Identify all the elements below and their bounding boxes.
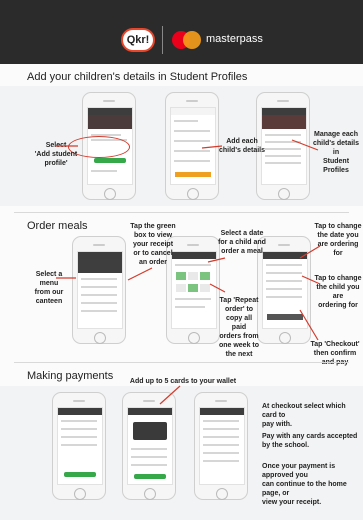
note-accepted-cards: Pay with any cards accepted by the schoo… bbox=[262, 433, 358, 449]
qkr-guide-page: Qkr! masterpass Add your children's deta… bbox=[0, 0, 363, 520]
note-payment-approved: Once your payment is approved you can co… bbox=[262, 463, 347, 506]
note-select-card: At checkout select which card to pay wit… bbox=[262, 403, 346, 428]
